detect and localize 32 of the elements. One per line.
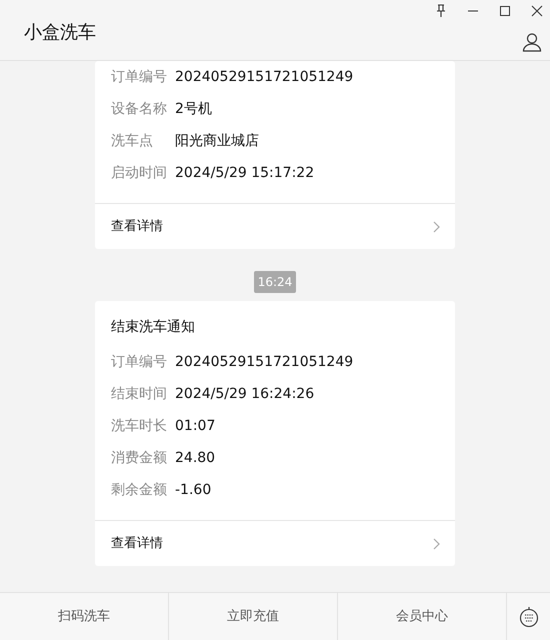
- field-value: -1.60: [175, 480, 212, 500]
- field-label: 洗车时长: [111, 416, 168, 436]
- card-title: 结束洗车通知: [110, 318, 196, 337]
- field-value: 阳光商业城店: [175, 132, 259, 150]
- menu-button[interactable]: 会员中心: [338, 593, 507, 640]
- field-label: 结束时间: [111, 384, 168, 404]
- pin-icon[interactable]: [434, 4, 448, 18]
- field-value: 20240529151721051249: [175, 68, 354, 86]
- keyboard-icon[interactable]: [518, 606, 538, 628]
- menu-button[interactable]: 立即充值: [169, 593, 338, 640]
- chevron-icon: [433, 538, 441, 550]
- field-value: 2024/5/29 15:17:22: [175, 164, 314, 182]
- field-label: 消费金额: [111, 448, 168, 468]
- window-title: 小盒洗车: [24, 21, 96, 45]
- close-icon[interactable]: [530, 4, 544, 18]
- chevron-icon: [433, 220, 441, 232]
- maximize-icon[interactable]: [498, 4, 512, 18]
- details-link[interactable]: 查看详情: [111, 216, 163, 236]
- field-value: 24.80: [175, 448, 216, 468]
- time-label: 16:24: [254, 271, 296, 293]
- field-label: 启动时间: [111, 164, 168, 182]
- menu-button[interactable]: 扫码洗车: [0, 593, 169, 640]
- field-label: 订单编号: [111, 68, 168, 86]
- field-label: 设备名称: [111, 100, 168, 118]
- details-link[interactable]: 查看详情: [111, 534, 163, 554]
- field-label: 订单编号: [111, 352, 168, 372]
- field-value: 2号机: [175, 100, 212, 118]
- field-label: 洗车点: [111, 132, 154, 150]
- field-value: 2024/5/29 16:24:26: [175, 384, 314, 404]
- field-label: 剩余金额: [111, 480, 168, 500]
- field-value: 01:07: [175, 416, 216, 436]
- field-value: 20240529151721051249: [175, 352, 354, 372]
